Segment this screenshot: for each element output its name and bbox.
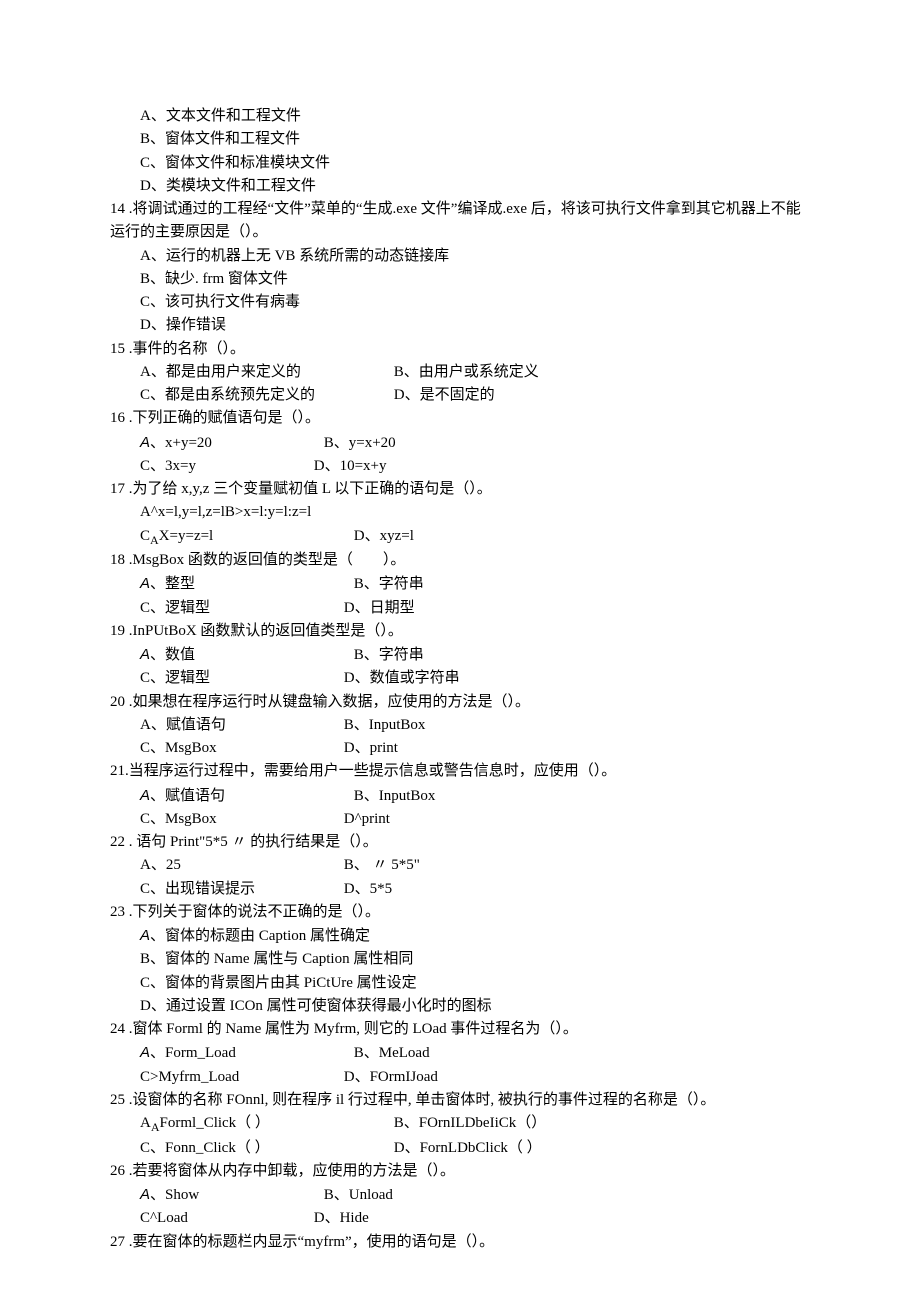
q14-opt-b: B、缺少. frm 窗体文件 [140,268,810,291]
q15-stem: 15 .事件的名称（）。 [110,338,810,361]
q15-row1: A、都是由用户来定义的 B、由用户或系统定义 [110,361,810,384]
q13-opt-a: A、文本文件和工程文件 [140,105,810,128]
q22-opt-a: A、25 [140,854,340,877]
q25-opt-b: B、FOrnILDbeIiCk（） [394,1112,547,1135]
q14-opt-a: A、运行的机器上无 VB 系统所需的动态链接库 [140,245,810,268]
q17-opt-c: CAX=y=z=l [140,525,350,550]
q18-stem: 18 .MsgBox 函数的返回值的类型是（ ）。 [110,549,810,572]
q24-opt-a: A、Form_Load [140,1041,350,1065]
q22-opt-c: C、出现错误提示 [140,878,340,901]
q26-opt-b: B、Unload [324,1184,393,1207]
q17-stem: 17 .为了给 x,y,z 三个变量赋初值 L 以下正确的语句是（）。 [110,478,810,501]
q20-stem: 20 .如果想在程序运行时从键盘输入数据，应使用的方法是（）。 [110,691,810,714]
q26-row2: C^Load D、Hide [110,1207,810,1230]
q18-opt-d: D、日期型 [344,597,415,620]
q20-opt-a: A、赋值语句 [140,714,340,737]
q19-opt-b: B、字符串 [354,644,424,667]
q23-opt-b: B、窗体的 Name 属性与 Caption 属性相同 [140,948,810,971]
q25-row2: C、Fonn_Click（ ） D、FornLDbClick（ ） [110,1137,810,1160]
q26-opt-a: A、Show [140,1183,320,1207]
q13-opt-b: B、窗体文件和工程文件 [140,128,810,151]
q14-opt-c: C、该可执行文件有病毒 [140,291,810,314]
q16-opt-a: A、x+y=20 [140,431,320,455]
q16-row2: C、3x=y D、10=x+y [110,455,810,478]
q19-opt-c: C、逻辑型 [140,667,340,690]
q27-stem: 27 .要在窗体的标题栏内显示“myfrm”，使用的语句是（）。 [110,1231,810,1254]
q21-opt-b: B、InputBox [354,785,436,808]
q14-options: A、运行的机器上无 VB 系统所需的动态链接库 B、缺少. frm 窗体文件 C… [110,245,810,338]
q23-opt-c: C、窗体的背景图片由其 PiCtUre 属性设定 [140,972,810,995]
q24-row1: A、Form_Load B、MeLoad [110,1041,810,1065]
q13-opt-d: D、类模块文件和工程文件 [140,175,810,198]
q19-opt-d: D、数值或字符串 [344,667,460,690]
q17-opt-a: A^x=l,y=l,z=lB>x=l:y=l:z=l [110,501,810,524]
q13-opt-c: C、窗体文件和标准模块文件 [140,152,810,175]
q15-opt-c: C、都是由系统预先定义的 [140,384,390,407]
q18-row2: C、逻辑型 D、日期型 [110,597,810,620]
q25-stem: 25 .设窗体的名称 FOnnl, 则在程序 il 行过程中, 单击窗体时, 被… [110,1089,810,1112]
q25-opt-a: AAForml_Click（ ） [140,1112,390,1137]
q18-row1: A、整型 B、字符串 [110,572,810,596]
q17-row2: CAX=y=z=l D、xyz=l [110,525,810,550]
q25-row1: AAForml_Click（ ） B、FOrnILDbeIiCk（） [110,1112,810,1137]
q21-row1: A、赋值语句 B、InputBox [110,784,810,808]
q20-opt-d: D、print [344,737,398,760]
q25-opt-d: D、FornLDbClick（ ） [394,1137,542,1160]
q19-stem: 19 .InPUtBoX 函数默认的返回值类型是（）。 [110,620,810,643]
q19-opt-a: A、数值 [140,643,350,667]
q19-row1: A、数值 B、字符串 [110,643,810,667]
q26-opt-c: C^Load [140,1207,310,1230]
q15-row2: C、都是由系统预先定义的 D、是不固定的 [110,384,810,407]
q15-opt-b: B、由用户或系统定义 [394,361,539,384]
q20-opt-c: C、MsgBox [140,737,340,760]
q22-row2: C、出现错误提示 D、5*5 [110,878,810,901]
q23-stem: 23 .下列关于窗体的说法不正确的是（）。 [110,901,810,924]
q22-stem: 22 . 语句 Print"5*5 〃 的执行结果是（）。 [110,831,810,854]
q15-opt-d: D、是不固定的 [394,384,495,407]
q26-row1: A、Show B、Unload [110,1183,810,1207]
q24-opt-d: D、FOrmIJoad [344,1066,438,1089]
q18-opt-c: C、逻辑型 [140,597,340,620]
q16-stem: 16 .下列正确的赋值语句是（）。 [110,407,810,430]
q21-opt-a: A、赋值语句 [140,784,350,808]
q21-stem: 21.当程序运行过程中，需要给用户一些提示信息或警告信息时，应使用（）。 [110,760,810,783]
q22-row1: A、25 B、 〃 5*5" [110,854,810,877]
q25-opt-c: C、Fonn_Click（ ） [140,1137,390,1160]
q22-opt-d: D、5*5 [344,878,392,901]
q13-options: A、文本文件和工程文件 B、窗体文件和工程文件 C、窗体文件和标准模块文件 D、… [110,105,810,198]
q26-opt-d: D、Hide [314,1207,369,1230]
q18-opt-a: A、整型 [140,572,350,596]
q18-opt-b: B、字符串 [354,573,424,596]
q26-stem: 26 .若要将窗体从内存中卸载，应使用的方法是（）。 [110,1160,810,1183]
q16-opt-b: B、y=x+20 [324,432,396,455]
q23-opt-a: A、窗体的标题由 Caption 属性确定 [140,924,810,948]
q19-row2: C、逻辑型 D、数值或字符串 [110,667,810,690]
q16-opt-c: C、3x=y [140,455,310,478]
q23-options: A、窗体的标题由 Caption 属性确定 B、窗体的 Name 属性与 Cap… [110,924,810,1018]
q15-opt-a: A、都是由用户来定义的 [140,361,390,384]
q22-opt-b: B、 〃 5*5" [344,854,420,877]
q24-opt-b: B、MeLoad [354,1042,430,1065]
q21-opt-c: C、MsgBox [140,808,340,831]
q16-opt-d: D、10=x+y [314,455,387,478]
q20-opt-b: B、InputBox [344,714,426,737]
q24-stem: 24 .窗体 Forml 的 Name 属性为 Myfrm, 则它的 LOad … [110,1018,810,1041]
q24-opt-c: C>Myfrm_Load [140,1066,340,1089]
q14-opt-d: D、操作错误 [140,314,810,337]
q21-row2: C、MsgBox D^print [110,808,810,831]
q16-row1: A、x+y=20 B、y=x+20 [110,431,810,455]
q17-opt-d: D、xyz=l [354,525,414,548]
q23-opt-d: D、通过设置 ICOn 属性可使窗体获得最小化时的图标 [140,995,810,1018]
q20-row2: C、MsgBox D、print [110,737,810,760]
q21-opt-d: D^print [344,808,390,831]
q20-row1: A、赋值语句 B、InputBox [110,714,810,737]
q14-stem: 14 .将调试通过的工程经“文件”菜单的“生成.exe 文件”编译成.exe 后… [110,198,810,245]
q24-row2: C>Myfrm_Load D、FOrmIJoad [110,1066,810,1089]
